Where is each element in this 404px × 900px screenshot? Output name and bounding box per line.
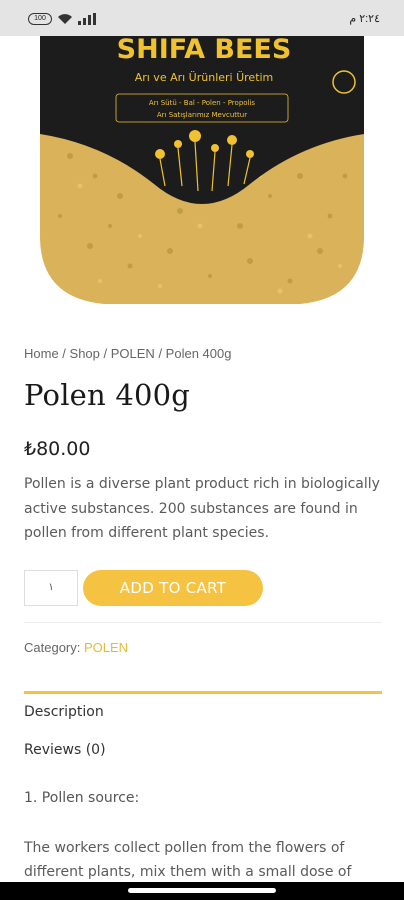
breadcrumb-separator: /: [154, 346, 166, 361]
breadcrumb-home[interactable]: Home: [24, 346, 59, 361]
category-link[interactable]: POLEN: [84, 640, 128, 655]
description-body: The workers collect pollen from the flow…: [24, 840, 352, 880]
status-bar: 100 ٢:٢٤ م: [0, 0, 404, 36]
tabs-active-indicator: [24, 691, 382, 694]
product-image[interactable]: SHIFA BEES Arı ve Arı Ürünleri Üretim Ar…: [0, 36, 404, 318]
category-label: Category:: [24, 640, 81, 655]
breadcrumb-separator: /: [99, 346, 111, 361]
status-time: ٢:٢٤ م: [349, 13, 380, 25]
status-icons: 100: [28, 13, 96, 25]
brand-sales-line: Arı Satışlarımız Mevcuttur: [157, 111, 247, 119]
wifi-icon: [58, 14, 72, 24]
product-short-description: Pollen is a diverse plant product rich i…: [24, 476, 380, 541]
brand-logo-text: SHIFA BEES: [117, 36, 292, 65]
add-to-cart-form: ١ ADD TO CART: [24, 570, 382, 606]
breadcrumb-current: Polen 400g: [165, 346, 232, 361]
product-price: ₺80.00: [24, 438, 91, 460]
brand-products-line: Arı Sütü - Bal - Polen - Propolis: [149, 99, 256, 107]
breadcrumb: Home / Shop / POLEN / Polen 400g: [24, 346, 231, 361]
brand-tagline: Arı ve Arı Ürünleri Üretim: [135, 71, 274, 84]
tab-description[interactable]: Description: [24, 704, 104, 720]
navigation-bar: [0, 882, 404, 900]
breadcrumb-separator: /: [58, 346, 70, 361]
description-heading: 1. Pollen source:: [24, 790, 140, 806]
product-title: Polen 400g: [24, 378, 191, 412]
tab-reviews[interactable]: Reviews (0): [24, 742, 106, 758]
breadcrumb-shop[interactable]: Shop: [70, 346, 100, 361]
add-to-cart-button[interactable]: ADD TO CART: [83, 570, 263, 606]
divider: [24, 622, 382, 623]
signal-icon: [78, 13, 96, 25]
battery-icon: 100: [28, 13, 52, 25]
quantity-input[interactable]: ١: [24, 570, 78, 606]
breadcrumb-category[interactable]: POLEN: [111, 346, 155, 361]
home-gesture-handle[interactable]: [128, 888, 276, 893]
product-category: Category: POLEN: [24, 640, 128, 655]
